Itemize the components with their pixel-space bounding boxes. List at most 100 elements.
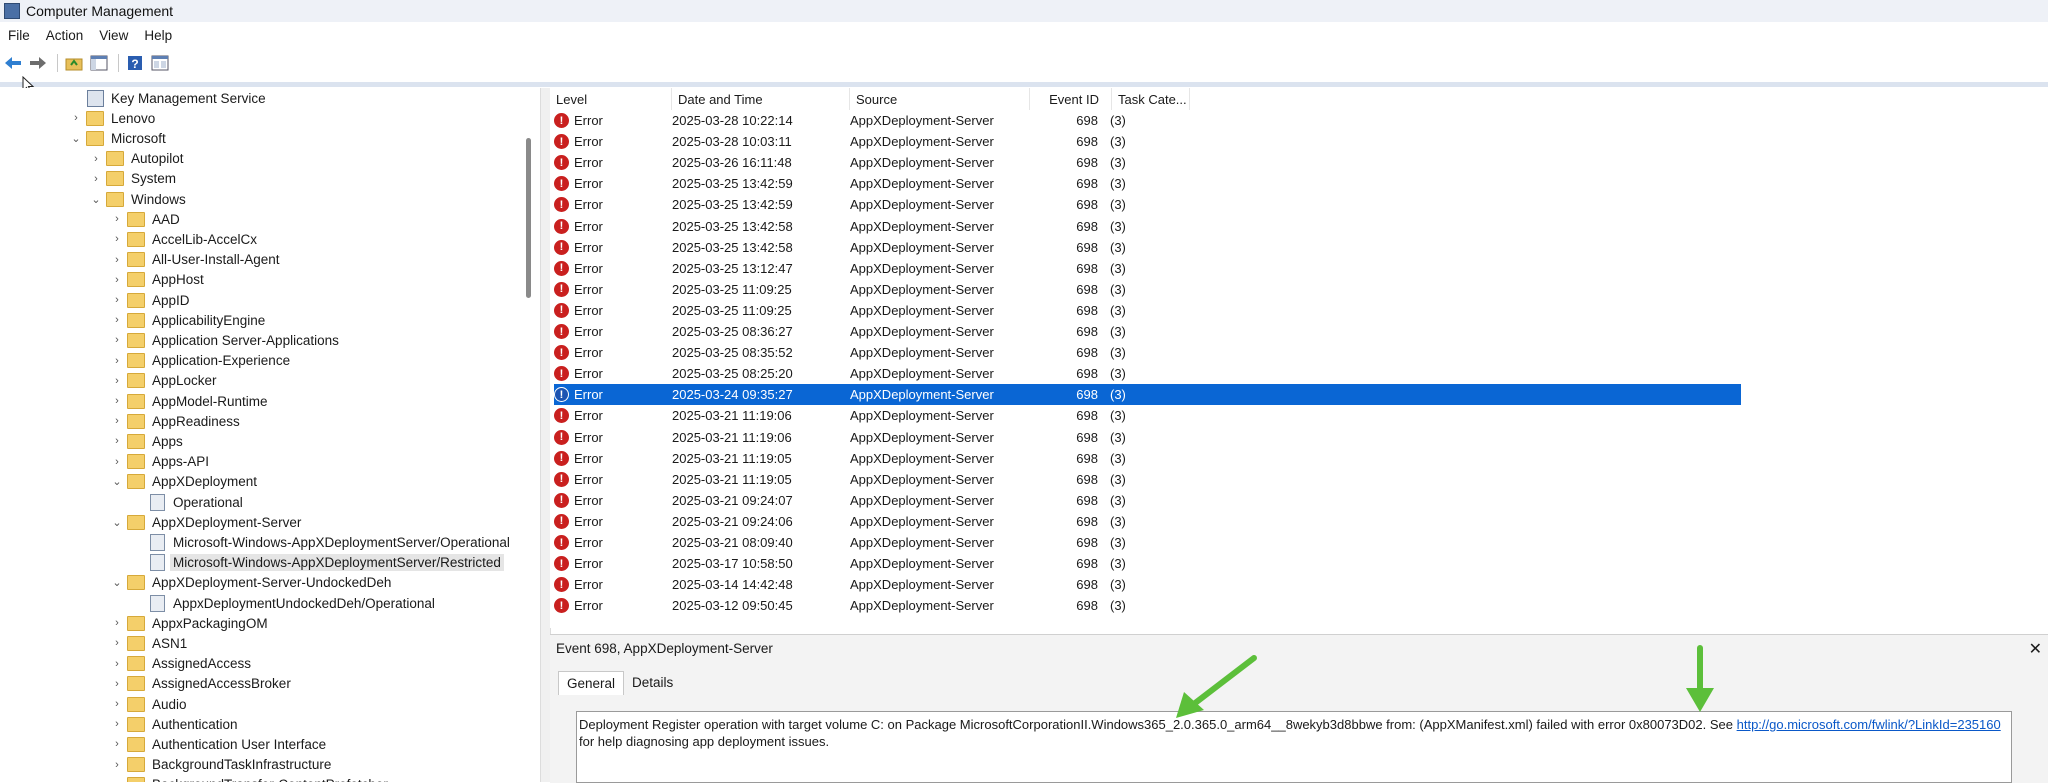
tree-item[interactable]: ⌄ Windows [90, 189, 186, 209]
tree-item[interactable]: › ASN1 [111, 633, 187, 653]
tree-item[interactable]: › AppReadiness [111, 411, 240, 431]
table-row[interactable]: ! Error 2025-03-25 08:25:20 AppXDeployment-… [554, 363, 1180, 384]
tree-item[interactable]: ⌄ AppXDeployment [111, 472, 257, 492]
chevron-right-icon[interactable]: › [111, 654, 123, 674]
chevron-down-icon[interactable]: ⌄ [111, 573, 123, 593]
column-level[interactable]: Level [550, 88, 672, 110]
table-row[interactable]: ! Error 2025-03-25 13:12:47 AppXDeployment-… [554, 258, 1180, 279]
chevron-right-icon[interactable]: › [111, 371, 123, 391]
tab-details[interactable]: Details [624, 671, 681, 695]
menu-file[interactable]: File [0, 28, 38, 43]
menu-action[interactable]: Action [38, 28, 92, 43]
chevron-right-icon[interactable]: › [111, 633, 123, 653]
table-row[interactable]: ! Error 2025-03-21 09:24:07 AppXDeployment-… [554, 490, 1180, 511]
chevron-right-icon[interactable]: › [111, 775, 123, 782]
table-row[interactable]: ! Error 2025-03-25 11:09:25 AppXDeployment-… [554, 279, 1180, 300]
chevron-right-icon[interactable]: › [111, 351, 123, 371]
tree-item[interactable]: › Apps [111, 431, 183, 451]
tree-item[interactable]: ⌄ Microsoft [70, 128, 166, 148]
table-row[interactable]: ! Error 2025-03-25 08:35:52 AppXDeployment-… [554, 342, 1180, 363]
forward-arrow-icon[interactable] [27, 52, 49, 74]
tree-item[interactable]: › Lenovo [70, 108, 155, 128]
tree-item[interactable]: › ApplicabilityEngine [111, 310, 265, 330]
tree-scrollbar[interactable] [526, 138, 531, 298]
table-row[interactable]: ! Error 2025-03-17 10:58:50 AppXDeployment-… [554, 553, 1180, 574]
table-row[interactable]: ! Error 2025-03-25 11:09:25 AppXDeployment-… [554, 300, 1180, 321]
chevron-right-icon[interactable]: › [111, 755, 123, 775]
table-row[interactable]: ! Error 2025-03-25 13:42:58 AppXDeployment-… [554, 237, 1180, 258]
tree-item[interactable]: › Audio [111, 694, 187, 714]
table-row[interactable]: ! Error 2025-03-25 08:36:27 AppXDeployment-… [554, 321, 1180, 342]
chevron-right-icon[interactable]: › [111, 229, 123, 249]
chevron-right-icon[interactable]: › [70, 108, 82, 128]
table-row[interactable]: ! Error 2025-03-25 13:42:59 AppXDeployment-… [554, 173, 1180, 194]
column-source[interactable]: Source [850, 88, 1030, 110]
column-date-time[interactable]: Date and Time [672, 88, 850, 110]
table-row[interactable]: ! Error 2025-03-25 13:42:58 AppXDeployment-… [554, 216, 1180, 237]
help-icon[interactable]: ? [124, 52, 146, 74]
chevron-right-icon[interactable]: › [90, 169, 102, 189]
table-row[interactable]: ! Error 2025-03-14 14:42:48 AppXDeployment-… [554, 574, 1180, 595]
table-row[interactable]: ! Error 2025-03-26 16:11:48 AppXDeployment-… [554, 152, 1180, 173]
table-row[interactable]: ! Error 2025-03-12 09:50:45 AppXDeployment-… [554, 595, 1180, 616]
tree-item[interactable]: › AppHost [111, 270, 204, 290]
tree-item[interactable]: › AAD [111, 209, 180, 229]
properties-icon[interactable] [149, 52, 171, 74]
chevron-down-icon[interactable]: ⌄ [111, 472, 123, 492]
chevron-right-icon[interactable]: › [111, 613, 123, 633]
tree-item[interactable]: › AssignedAccessBroker [111, 674, 291, 694]
tree-item[interactable]: › Authentication User Interface [111, 734, 326, 754]
table-row[interactable]: ! Error 2025-03-21 11:19:06 AppXDeployment-… [554, 427, 1180, 448]
table-row[interactable]: ! Error 2025-03-21 11:19:06 AppXDeployment-… [554, 405, 1180, 426]
tree-item[interactable]: › AppID [111, 290, 190, 310]
tree-item[interactable]: › AssignedAccess [111, 654, 251, 674]
chevron-right-icon[interactable]: › [111, 270, 123, 290]
help-link[interactable]: http://go.microsoft.com/fwlink/?LinkId=2… [1737, 717, 2001, 732]
chevron-right-icon[interactable]: › [111, 330, 123, 350]
event-list[interactable]: Level Date and Time Source Event ID Task… [550, 88, 2048, 628]
tree-item[interactable]: › BackgroundTransfer-ContentPrefetcher [111, 775, 388, 782]
table-row[interactable]: ! Error 2025-03-28 10:22:14 AppXDeployment-… [554, 110, 1180, 131]
chevron-right-icon[interactable]: › [111, 694, 123, 714]
column-task-category[interactable]: Task Cate... [1112, 88, 1190, 110]
tree-item[interactable]: Microsoft-Windows-AppXDeploymentServer/O… [132, 532, 510, 552]
tree-item[interactable]: Operational [132, 492, 243, 512]
table-row[interactable]: ! Error 2025-03-21 08:09:40 AppXDeployment-… [554, 532, 1180, 553]
chevron-right-icon[interactable]: › [111, 411, 123, 431]
tree-item[interactable]: AppxDeploymentUndockedDeh/Operational [132, 593, 435, 613]
tree-item[interactable]: ⌄ AppXDeployment-Server [111, 512, 301, 532]
console-tree[interactable]: Key Management Service › Lenovo ⌄ Microsoft ›… [0, 88, 530, 782]
chevron-down-icon[interactable]: ⌄ [111, 512, 123, 532]
chevron-right-icon[interactable]: › [111, 250, 123, 270]
table-row[interactable]: ! Error 2025-03-21 09:24:06 AppXDeployment-… [554, 511, 1180, 532]
chevron-right-icon[interactable]: › [111, 714, 123, 734]
tree-item[interactable]: › Application Server-Applications [111, 330, 339, 350]
column-event-id[interactable]: Event ID [1030, 88, 1112, 110]
chevron-right-icon[interactable]: › [111, 209, 123, 229]
tree-item[interactable]: › AccelLib-AccelCx [111, 229, 257, 249]
table-row[interactable]: ! Error 2025-03-25 13:42:59 AppXDeployment-… [554, 194, 1180, 215]
tree-item[interactable]: › AppModel-Runtime [111, 391, 268, 411]
tree-item[interactable]: Microsoft-Windows-AppXDeploymentServer/R… [132, 553, 504, 573]
chevron-right-icon[interactable]: › [111, 290, 123, 310]
chevron-down-icon[interactable]: ⌄ [90, 189, 102, 209]
tree-item[interactable]: › Autopilot [90, 149, 184, 169]
tree-item[interactable]: › Application-Experience [111, 351, 290, 371]
chevron-right-icon[interactable]: › [111, 310, 123, 330]
chevron-down-icon[interactable]: ⌄ [70, 128, 82, 148]
menu-view[interactable]: View [91, 28, 136, 43]
tree-item[interactable]: Key Management Service [70, 88, 266, 108]
menu-help[interactable]: Help [136, 28, 180, 43]
chevron-right-icon[interactable]: › [111, 734, 123, 754]
back-arrow-icon[interactable] [2, 52, 24, 74]
tree-item[interactable]: › Authentication [111, 714, 238, 734]
table-row[interactable]: ! Error 2025-03-24 09:35:27 AppXDeployment-… [554, 384, 1741, 406]
tree-item[interactable]: › Apps-API [111, 452, 209, 472]
table-row[interactable]: ! Error 2025-03-21 11:19:05 AppXDeployment-… [554, 469, 1180, 490]
up-folder-icon[interactable] [63, 52, 85, 74]
table-row[interactable]: ! Error 2025-03-28 10:03:11 AppXDeployment-… [554, 131, 1180, 152]
tree-item[interactable]: › AppLocker [111, 371, 217, 391]
tree-item[interactable]: › AppxPackagingOM [111, 613, 268, 633]
event-message[interactable]: Deployment Register operation with targe… [576, 711, 2012, 783]
show-hide-tree-icon[interactable] [88, 52, 110, 74]
